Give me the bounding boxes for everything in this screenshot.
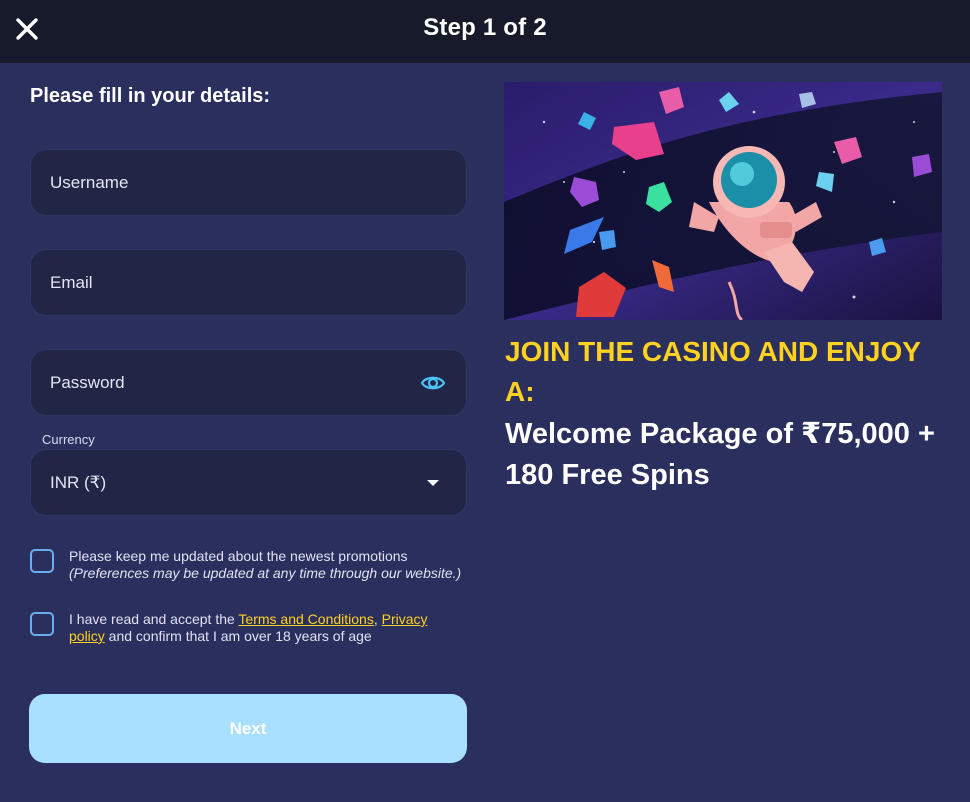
promotions-note: (Preferences may be updated at any time … (69, 565, 462, 581)
promotions-checkbox-label: Please keep me updated about the newest … (69, 548, 464, 582)
password-input[interactable] (31, 350, 466, 415)
promo-headline: JOIN THE CASINO AND ENJOY A: (505, 336, 921, 407)
currency-selected-value: INR (₹) (50, 473, 107, 492)
show-password-toggle[interactable] (420, 371, 446, 395)
terms-checkbox[interactable] (30, 612, 54, 636)
terms-text-after: and confirm that I am over 18 years of a… (104, 628, 372, 644)
currency-select[interactable]: INR (₹) (30, 449, 467, 516)
eye-icon (420, 376, 446, 390)
terms-text-before: I have read and accept the (69, 611, 239, 627)
username-field (30, 149, 467, 216)
email-input[interactable] (31, 250, 466, 315)
next-button[interactable]: Next (29, 694, 467, 763)
caret-down-icon (427, 480, 439, 486)
password-field (30, 349, 467, 416)
promotions-checkbox[interactable] (30, 549, 54, 573)
username-input[interactable] (31, 150, 466, 215)
form-heading: Please fill in your details: (30, 85, 271, 107)
astronaut-gems-illustration (504, 82, 942, 320)
currency-label: Currency (42, 432, 95, 447)
terms-link[interactable]: Terms and Conditions (238, 611, 373, 627)
promo-image (504, 82, 942, 320)
promo-offer: Welcome Package of ₹75,000 + 180 Free Sp… (505, 418, 935, 491)
top-bar: Step 1 of 2 (0, 0, 970, 63)
promotions-text: Please keep me updated about the newest … (69, 548, 408, 564)
terms-comma: , (373, 611, 382, 627)
email-field (30, 249, 467, 316)
terms-checkbox-label: I have read and accept the Terms and Con… (69, 611, 464, 645)
step-title: Step 1 of 2 (423, 14, 547, 41)
